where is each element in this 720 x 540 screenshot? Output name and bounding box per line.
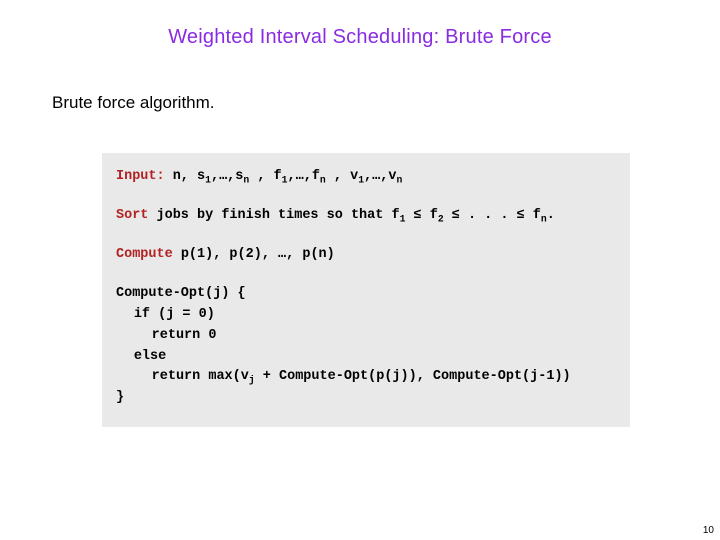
text: + Compute-Opt(p(j)), Compute-Opt(j-1))	[255, 369, 571, 384]
text: ,…,	[211, 169, 235, 184]
keyword-if: if	[134, 307, 150, 322]
text: . . .	[460, 208, 517, 223]
code-line-input: Input: n, s1,…,sn , f1,…,fn , v1,…,vn	[116, 167, 616, 188]
keyword-compute: Compute	[116, 247, 173, 262]
text: f	[430, 208, 438, 223]
code-line-fn-head: Compute-Opt(j) {	[116, 284, 616, 305]
slide: Weighted Interval Scheduling: Brute Forc…	[0, 0, 720, 540]
keyword-else: else	[134, 349, 166, 364]
text: .	[547, 208, 555, 223]
subtitle: Brute force algorithm.	[52, 93, 680, 113]
code-line-sort: Sort jobs by finish times so that f1 ≤ f…	[116, 206, 616, 227]
text: f	[312, 169, 320, 184]
text: v	[350, 169, 358, 184]
text: p(1), p(2), …, p(n)	[173, 247, 335, 262]
code-line-if: if (j = 0)	[116, 305, 616, 326]
text: ,…,	[364, 169, 388, 184]
page-title: Weighted Interval Scheduling: Brute Forc…	[40, 26, 680, 49]
text: f	[274, 169, 282, 184]
code-block: Input: n, s1,…,sn , f1,…,fn , v1,…,vn So…	[102, 153, 630, 427]
text: ,	[249, 169, 273, 184]
code-line-return-max: return max(vj + Compute-Opt(p(j)), Compu…	[116, 367, 616, 388]
code-line-compute: Compute p(1), p(2), …, p(n)	[116, 245, 616, 266]
code-line-return-0: return 0	[116, 326, 616, 347]
text: jobs by finish times so that f	[148, 208, 399, 223]
sub: n	[396, 175, 402, 186]
text: ,	[326, 169, 350, 184]
keyword-return: return	[152, 369, 201, 384]
blank-line	[116, 227, 616, 245]
keyword-return: return	[152, 328, 201, 343]
keyword-input: Input:	[116, 169, 165, 184]
text: 0	[200, 328, 216, 343]
blank-line	[116, 266, 616, 284]
text: ≤	[517, 208, 533, 223]
text: n, s	[165, 169, 206, 184]
keyword-sort: Sort	[116, 208, 148, 223]
code-line-else: else	[116, 347, 616, 368]
code-line-brace-close: }	[116, 388, 616, 409]
text: ≤	[405, 208, 429, 223]
text: f	[533, 208, 541, 223]
page-number: 10	[703, 525, 714, 536]
text: ,…,	[288, 169, 312, 184]
text: ≤	[444, 208, 460, 223]
text: (j = 0)	[150, 307, 215, 322]
text: max(v	[200, 369, 249, 384]
blank-line	[116, 188, 616, 206]
